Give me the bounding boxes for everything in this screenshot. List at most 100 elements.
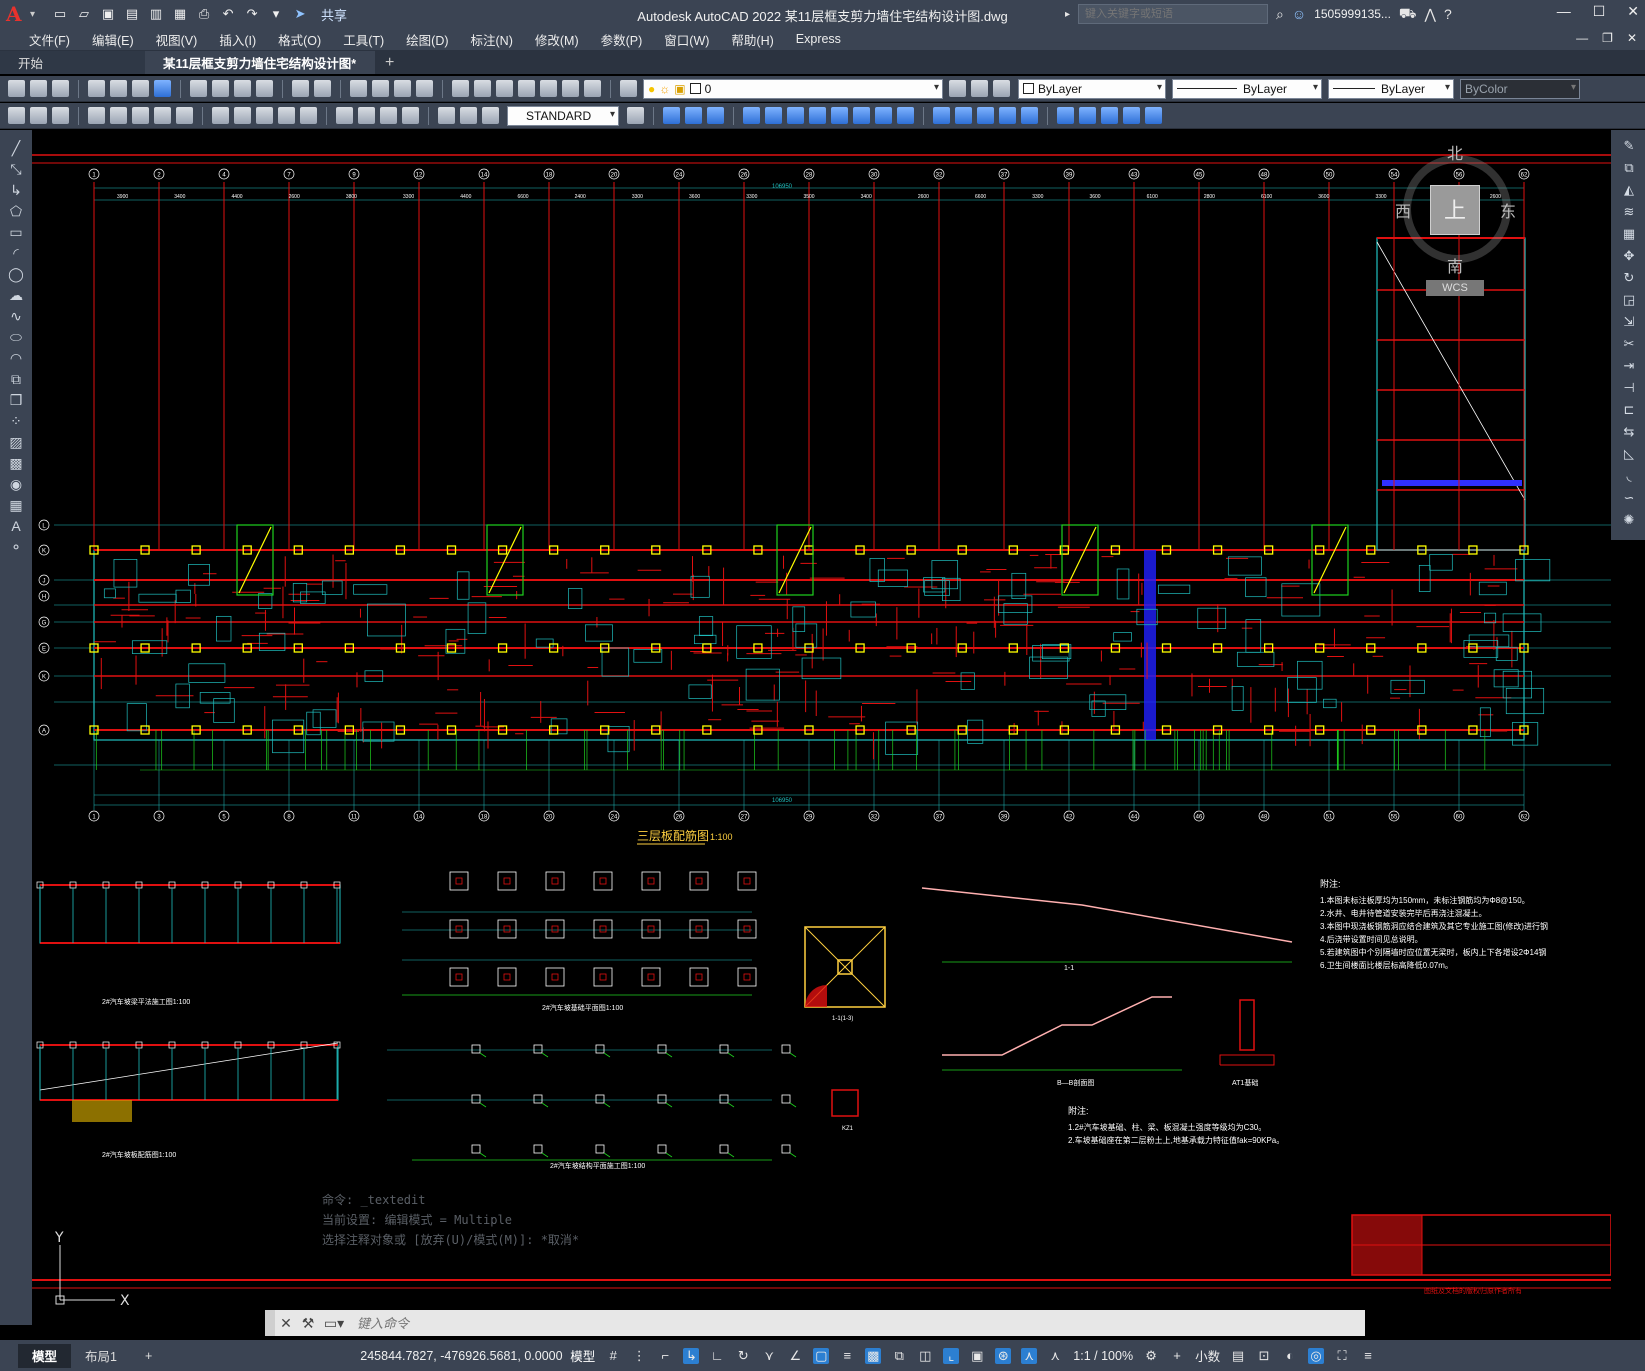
erase-icon[interactable]: ✎	[1621, 138, 1637, 154]
join-icon[interactable]	[955, 107, 972, 124]
dim-continue-icon[interactable]	[256, 107, 273, 124]
polygon-icon[interactable]: ⬠	[8, 203, 24, 219]
array-icon[interactable]	[765, 107, 782, 124]
copy-icon[interactable]	[212, 80, 229, 97]
dim-radius-icon[interactable]	[110, 107, 127, 124]
command-input[interactable]	[349, 1312, 1365, 1334]
app-menu-arrow-icon[interactable]: ▾	[30, 9, 35, 20]
web-save-icon[interactable]: ▥	[147, 5, 165, 23]
plot-icon[interactable]	[88, 80, 105, 97]
publish-icon[interactable]	[132, 80, 149, 97]
save-as-icon[interactable]: ▤	[123, 5, 141, 23]
lineweight-dropdown[interactable]: ByLayer ▾	[1328, 78, 1454, 99]
menu-draw[interactable]: 绘图(D)	[395, 30, 459, 49]
arc-icon[interactable]: ◜	[8, 245, 24, 261]
polar-tracking-icon[interactable]: ↻	[735, 1348, 751, 1364]
hardware-acceleration-icon[interactable]: ◎	[1308, 1347, 1325, 1364]
quick-properties-icon[interactable]: ▤	[1230, 1348, 1246, 1364]
search-icon[interactable]: ⌕	[1276, 6, 1284, 23]
line-icon[interactable]: ╱	[8, 140, 24, 156]
text-style-dropdown[interactable]: STANDARD ▾	[507, 105, 619, 126]
dim-angular-icon[interactable]	[176, 107, 193, 124]
ellipse-arc-icon[interactable]: ◠	[8, 350, 24, 366]
menu-parametric[interactable]: 参数(P)	[590, 30, 654, 49]
cursor-coordinates[interactable]: 245844.7827, -476926.5681, 0.0000	[360, 1349, 570, 1363]
viewcube-west[interactable]: 西	[1395, 198, 1411, 222]
bring-front-icon[interactable]	[1079, 107, 1096, 124]
dim-space-icon[interactable]	[278, 107, 295, 124]
quick-dim-icon[interactable]	[212, 107, 229, 124]
open-icon[interactable]	[30, 80, 47, 97]
zoom-window-icon[interactable]	[394, 80, 411, 97]
menu-express[interactable]: Express	[785, 32, 852, 46]
annotation-monitor-icon[interactable]: +	[1169, 1348, 1185, 1364]
mirror-icon[interactable]	[707, 107, 724, 124]
viewcube-north[interactable]: 北	[1447, 140, 1463, 164]
command-line-grip[interactable]	[265, 1310, 275, 1336]
save-icon[interactable]	[52, 80, 69, 97]
selection-cycling-icon[interactable]: ⧉	[891, 1348, 907, 1364]
menu-insert[interactable]: 插入(I)	[208, 30, 267, 49]
customization-icon[interactable]: ≡	[1360, 1348, 1376, 1364]
menu-format[interactable]: 格式(O)	[267, 30, 332, 49]
layer-previous-icon[interactable]	[971, 80, 988, 97]
help-icon[interactable]	[584, 80, 601, 97]
design-center-icon[interactable]	[474, 80, 491, 97]
customize-wrench-icon[interactable]: ⚒	[297, 1315, 319, 1332]
layer-state-icon[interactable]	[993, 80, 1010, 97]
trim-icon[interactable]: ✂	[1621, 336, 1637, 352]
construction-line-icon[interactable]: ⤡	[8, 161, 24, 177]
share-label[interactable]: 共享	[321, 5, 347, 24]
lineweight-icon[interactable]: ≡	[839, 1348, 855, 1364]
dim-ordinate-icon[interactable]	[88, 107, 105, 124]
viewcube-south[interactable]: 南	[1447, 253, 1463, 277]
move-icon[interactable]	[787, 107, 804, 124]
plot-icon[interactable]: ⎙	[195, 5, 213, 23]
doc-minimize-icon[interactable]: —	[1576, 31, 1588, 45]
viewcube-top-face[interactable]: 上	[1430, 185, 1480, 235]
copy-object-icon[interactable]	[685, 107, 702, 124]
trim-icon[interactable]	[875, 107, 892, 124]
new-file-icon[interactable]: ▭	[51, 5, 69, 23]
cut-icon[interactable]	[190, 80, 207, 97]
sheet-set-icon[interactable]	[518, 80, 535, 97]
ortho-icon[interactable]: ∟	[709, 1348, 725, 1364]
menu-dimension[interactable]: 标注(N)	[460, 30, 524, 49]
zoom-previous-icon[interactable]	[416, 80, 433, 97]
dim-break-icon[interactable]	[300, 107, 317, 124]
menu-edit[interactable]: 编辑(E)	[81, 30, 145, 49]
menu-modify[interactable]: 修改(M)	[524, 30, 590, 49]
infer-constraints-icon[interactable]: ⌐	[657, 1348, 673, 1364]
make-current-layer-icon[interactable]	[949, 80, 966, 97]
polyline-icon[interactable]: ↳	[8, 182, 24, 198]
add-selected-icon[interactable]: ⚬	[8, 539, 24, 555]
dim-style-icon[interactable]	[627, 107, 644, 124]
dim-linear-icon[interactable]	[8, 107, 25, 124]
3d-osnap-icon[interactable]: ◫	[917, 1348, 933, 1364]
close-icon[interactable]: ✕	[1627, 3, 1639, 20]
match-properties-icon[interactable]	[256, 80, 273, 97]
lock-ui-icon[interactable]: ⊡	[1256, 1348, 1272, 1364]
stretch-icon[interactable]: ⇲	[1621, 314, 1637, 330]
isodraft-icon[interactable]: ⋎	[761, 1348, 777, 1364]
tab-layout1[interactable]: 布局1	[71, 1344, 131, 1368]
break-at-point-icon[interactable]: ⊣	[1621, 380, 1637, 396]
draworder-icon[interactable]	[1057, 107, 1074, 124]
tab-active-drawing[interactable]: 某11层框支剪力墙住宅结构设计图*	[145, 51, 375, 74]
dim-baseline-icon[interactable]	[234, 107, 251, 124]
transparency-icon[interactable]: ▩	[865, 1347, 882, 1364]
undo-icon[interactable]	[292, 80, 309, 97]
markup-icon[interactable]	[540, 80, 557, 97]
hatch-icon[interactable]: ▨	[8, 434, 24, 450]
units-dropdown[interactable]: 小数	[1195, 1346, 1220, 1365]
dim-jogged-icon[interactable]	[132, 107, 149, 124]
move-icon[interactable]: ✥	[1621, 248, 1637, 264]
annotation-scale[interactable]: 1:1 / 100%	[1073, 1349, 1133, 1363]
gradient-icon[interactable]: ▩	[8, 455, 24, 471]
annotation-visibility-icon[interactable]: ⋏	[1021, 1347, 1038, 1364]
menu-help[interactable]: 帮助(H)	[720, 30, 784, 49]
scale-icon[interactable]: ◲	[1621, 292, 1637, 308]
fillet-icon[interactable]	[999, 107, 1016, 124]
spline-icon[interactable]: ∿	[8, 308, 24, 324]
close-icon[interactable]: ✕	[275, 1315, 297, 1332]
